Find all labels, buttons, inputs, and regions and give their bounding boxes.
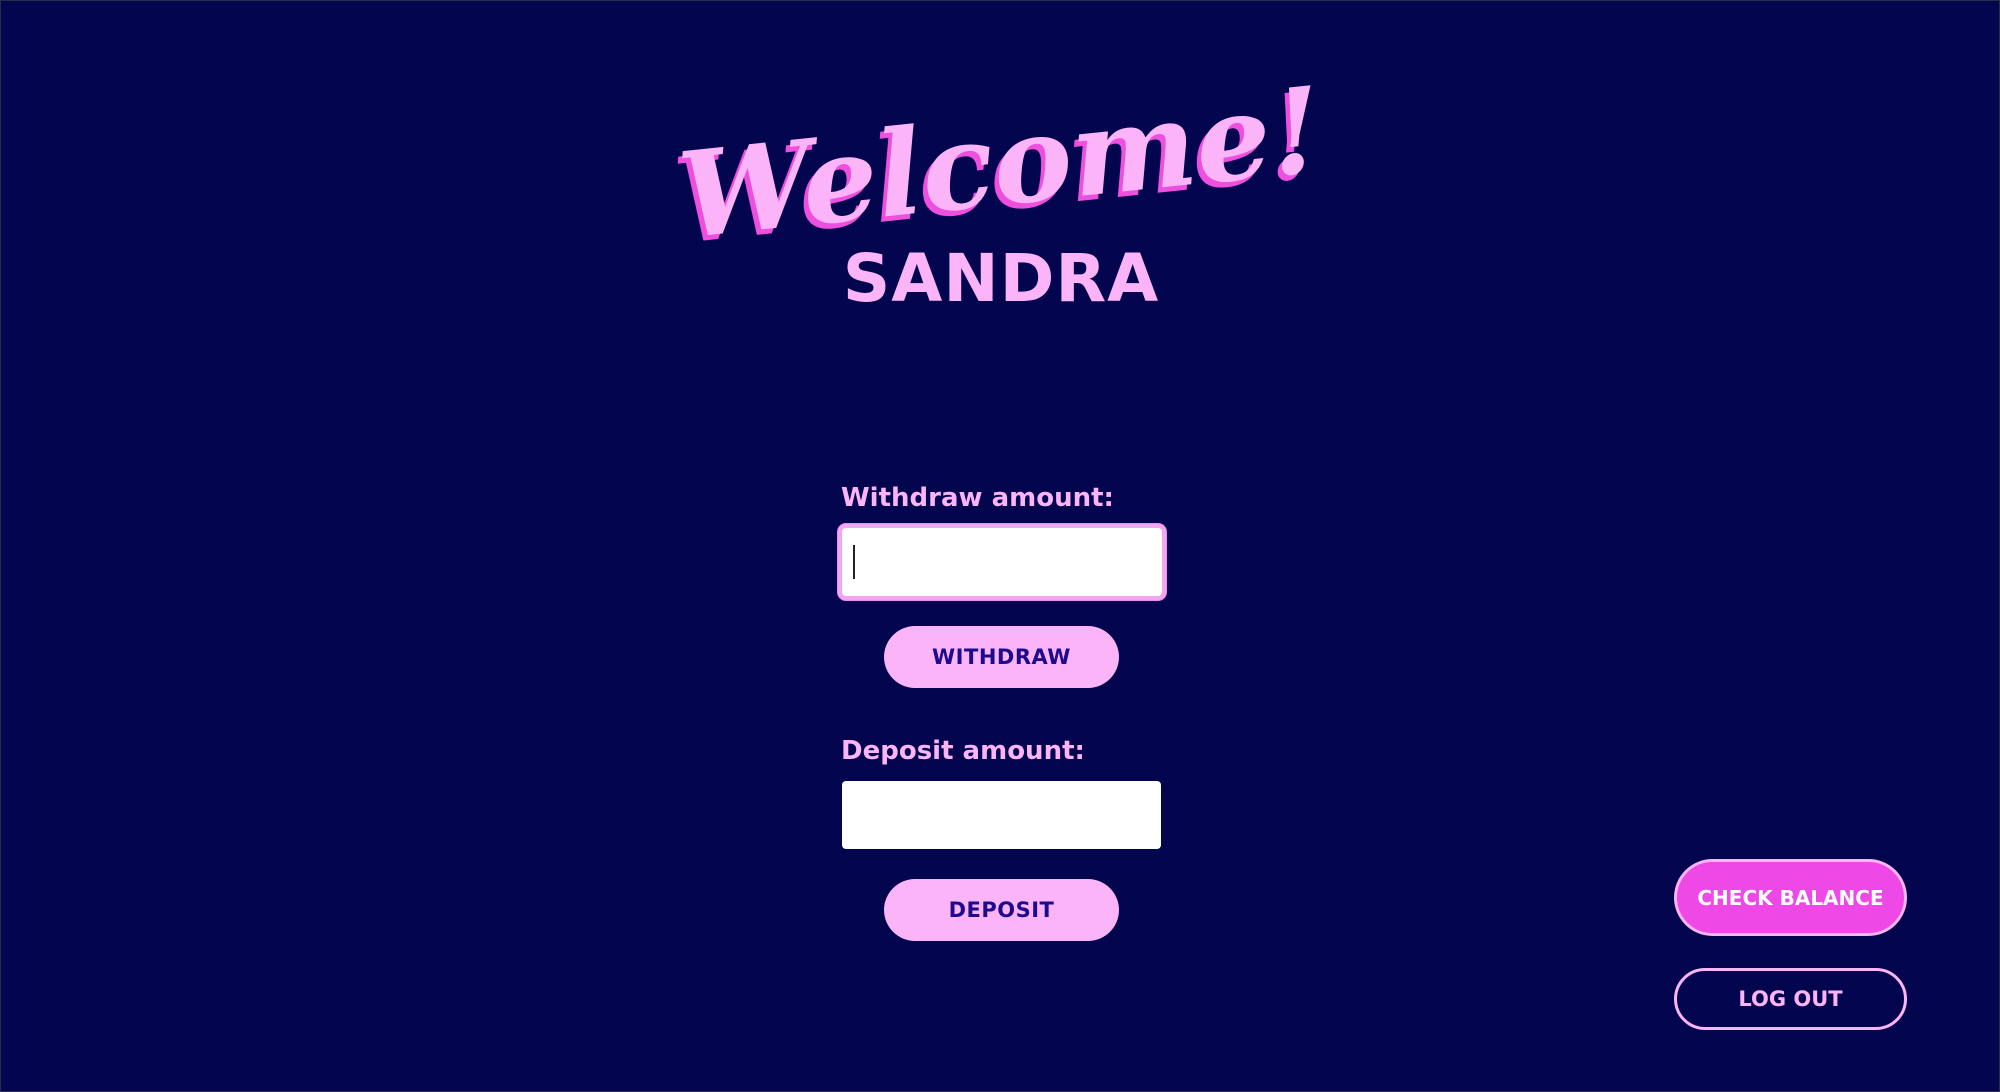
deposit-button[interactable]: DEPOSIT (884, 879, 1119, 941)
deposit-amount-label: Deposit amount: (841, 736, 1085, 766)
text-caret (853, 545, 855, 579)
logout-button[interactable]: LOG OUT (1674, 968, 1907, 1030)
deposit-amount-input[interactable] (842, 781, 1161, 849)
withdraw-amount-label: Withdraw amount: (841, 483, 1114, 513)
username-heading: SANDRA (842, 240, 1160, 317)
app-window: Welcome! SANDRA Withdraw amount: WITHDRA… (0, 0, 2000, 1092)
withdraw-amount-input[interactable] (838, 524, 1166, 600)
withdraw-button[interactable]: WITHDRAW (884, 626, 1119, 688)
check-balance-button[interactable]: CHECK BALANCE (1674, 859, 1907, 936)
